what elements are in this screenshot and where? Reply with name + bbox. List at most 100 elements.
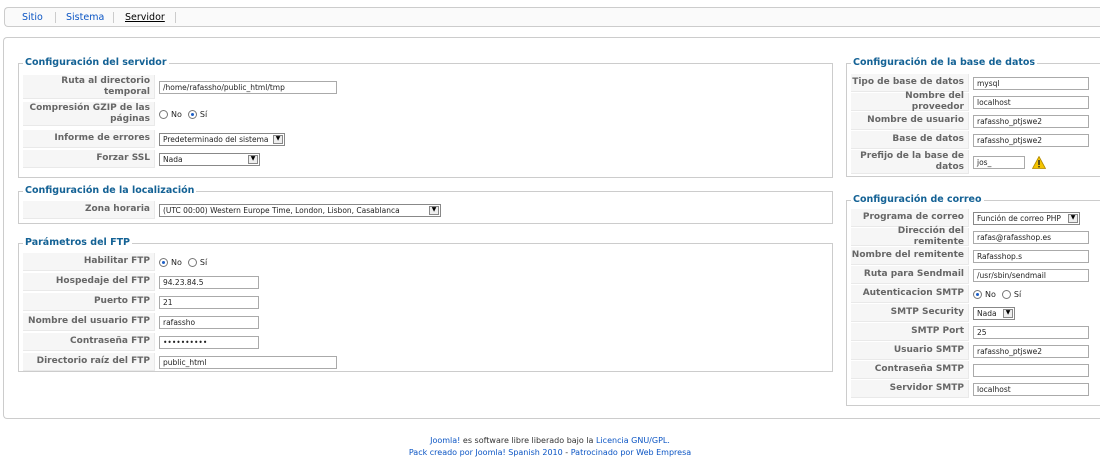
db-prefix-input[interactable]: jos_	[973, 155, 1025, 169]
ftp-enable-row: Habilitar FTP No Sí	[23, 253, 213, 271]
smtp-security-value: Nada	[977, 308, 997, 318]
timezone-label: Zona horaria	[23, 201, 155, 219]
mail-from-label: Dirección del remitente	[851, 226, 969, 247]
spanish-pack-link[interactable]: Pack creado por Joomla! Spanish 2010	[409, 448, 563, 457]
timezone-row: Zona horaria (UTC 00:00) Western Europe …	[23, 201, 441, 219]
mail-fromname-row: Nombre del remitente Rafasshop.s	[851, 247, 1089, 265]
tab-sistema[interactable]: Sistema	[66, 12, 104, 23]
timezone-select[interactable]: (UTC 00:00) Western Europe Time, London,…	[159, 203, 441, 217]
mail-config-legend: Configuración de correo	[851, 194, 984, 205]
error-report-row: Informe de errores Predeterminado del si…	[23, 130, 285, 148]
locale-config-fieldset: Configuración de la localización Zona ho…	[18, 185, 833, 224]
tab-divider	[55, 12, 56, 23]
ftp-enable-no-radio[interactable]	[159, 257, 168, 267]
gzip-no-radio[interactable]	[159, 109, 168, 119]
mail-program-select[interactable]: Función de correo PHP ▼	[973, 211, 1080, 225]
smtp-auth-label: Autenticacion SMTP	[851, 285, 969, 303]
ftp-pass-input[interactable]: ••••••••••	[159, 335, 259, 349]
gzip-row: Compresión GZIP de las páginas No Sí	[23, 102, 213, 126]
ftp-root-row: Directorio raíz del FTP public_html	[23, 353, 337, 371]
db-host-row: Nombre del proveedor localhost	[851, 91, 1089, 112]
chevron-down-icon: ▼	[273, 134, 283, 144]
tab-sitio[interactable]: Sitio	[22, 12, 43, 23]
smtp-auth-row: Autenticacion SMTP No Sí	[851, 285, 1027, 303]
smtp-security-label: SMTP Security	[851, 304, 969, 322]
gzip-yes-radio[interactable]	[187, 109, 197, 119]
config-panel: Configuración del servidor Ruta al direc…	[3, 37, 1100, 419]
database-config-legend: Configuración de la base de datos	[851, 57, 1038, 68]
smtp-security-select[interactable]: Nada ▼	[973, 306, 1015, 320]
web-empresa-link[interactable]: Patrocinado por Web Empresa	[571, 448, 691, 457]
ftp-user-label: Nombre del usuario FTP	[23, 313, 155, 331]
smtp-pass-label: Contraseña SMTP	[851, 361, 969, 379]
db-prefix-row: Prefijo de la base de datos jos_	[851, 150, 1046, 174]
warning-icon	[1032, 155, 1046, 169]
smtp-auth-no-label: No	[985, 289, 996, 299]
ftp-user-input[interactable]: rafassho	[159, 315, 259, 329]
temp-path-input[interactable]: /home/rafassho/public_html/tmp	[159, 80, 337, 94]
timezone-value: (UTC 00:00) Western Europe Time, London,…	[163, 205, 400, 215]
db-name-input[interactable]: rafassho_ptjswe2	[973, 133, 1089, 147]
ftp-pass-label: Contraseña FTP	[23, 333, 155, 351]
db-host-label: Nombre del proveedor	[851, 91, 969, 112]
gzip-yes-label: Sí	[199, 109, 208, 119]
mail-program-label: Programa de correo	[851, 209, 969, 227]
license-link[interactable]: Licencia GNU/GPL.	[596, 436, 670, 445]
gzip-no-label: No	[171, 109, 182, 119]
smtp-server-input[interactable]: localhost	[973, 382, 1089, 396]
submenu-tabs: Sitio Sistema Servidor	[4, 7, 1100, 27]
ftp-host-input[interactable]: 94.23.84.5	[159, 275, 259, 289]
ftp-enable-label: Habilitar FTP	[23, 253, 155, 271]
chevron-down-icon: ▼	[1068, 213, 1078, 223]
force-ssl-label: Forzar SSL	[23, 150, 155, 168]
temp-path-row: Ruta al directorio temporal /home/rafass…	[23, 75, 337, 99]
smtp-pass-row: Contraseña SMTP	[851, 361, 1089, 379]
ftp-port-row: Puerto FTP 21	[23, 293, 259, 311]
mail-sendmail-row: Ruta para Sendmail /usr/sbin/sendmail	[851, 266, 1089, 284]
smtp-auth-no-radio[interactable]	[973, 289, 982, 299]
mail-sendmail-label: Ruta para Sendmail	[851, 266, 969, 284]
db-user-input[interactable]: rafassho_ptjswe2	[973, 114, 1089, 128]
tab-servidor[interactable]: Servidor	[125, 12, 165, 23]
ftp-enable-yes-radio[interactable]	[187, 257, 197, 267]
force-ssl-row: Forzar SSL Nada ▼	[23, 150, 260, 168]
joomla-link[interactable]: Joomla!	[430, 436, 460, 445]
ftp-root-input[interactable]: public_html	[159, 355, 337, 369]
db-host-input[interactable]: localhost	[973, 95, 1089, 109]
force-ssl-select[interactable]: Nada ▼	[159, 152, 260, 166]
server-config-legend: Configuración del servidor	[23, 57, 169, 68]
db-type-label: Tipo de base de datos	[851, 74, 969, 92]
temp-path-label: Ruta al directorio temporal	[23, 75, 155, 99]
chevron-down-icon: ▼	[429, 205, 439, 215]
chevron-down-icon: ▼	[1003, 308, 1013, 318]
ftp-pass-row: Contraseña FTP ••••••••••	[23, 333, 259, 351]
tab-divider	[113, 12, 114, 23]
ftp-port-input[interactable]: 21	[159, 295, 259, 309]
smtp-server-label: Servidor SMTP	[851, 380, 969, 398]
db-prefix-label: Prefijo de la base de datos	[851, 150, 969, 174]
mail-from-input[interactable]: rafas@rafasshop.es	[973, 230, 1089, 244]
mail-program-value: Función de correo PHP	[977, 213, 1061, 223]
locale-config-legend: Configuración de la localización	[23, 185, 197, 196]
chevron-down-icon: ▼	[248, 154, 258, 164]
footer-line-2: Pack creado por Joomla! Spanish 2010 - P…	[0, 448, 1100, 457]
smtp-port-row: SMTP Port 25	[851, 323, 1089, 341]
mail-program-row: Programa de correo Función de correo PHP…	[851, 209, 1080, 227]
mail-fromname-label: Nombre del remitente	[851, 247, 969, 265]
error-report-select[interactable]: Predeterminado del sistema ▼	[159, 132, 285, 146]
database-config-fieldset: Configuración de la base de datos Tipo d…	[846, 57, 1100, 177]
ftp-root-label: Directorio raíz del FTP	[23, 353, 155, 371]
mail-sendmail-input[interactable]: /usr/sbin/sendmail	[973, 268, 1089, 282]
ftp-host-label: Hospedaje del FTP	[23, 273, 155, 291]
ftp-port-label: Puerto FTP	[23, 293, 155, 311]
mail-fromname-input[interactable]: Rafasshop.s	[973, 249, 1089, 263]
db-type-input[interactable]: mysql	[973, 76, 1089, 90]
smtp-user-input[interactable]: rafassho_ptjswe2	[973, 344, 1089, 358]
smtp-pass-input[interactable]	[973, 363, 1089, 377]
footer-text: es software libre liberado bajo la	[460, 436, 596, 445]
db-name-label: Base de datos	[851, 131, 969, 149]
smtp-auth-yes-radio[interactable]	[1001, 289, 1011, 299]
smtp-server-row: Servidor SMTP localhost	[851, 380, 1089, 398]
smtp-port-label: SMTP Port	[851, 323, 969, 341]
smtp-port-input[interactable]: 25	[973, 325, 1089, 339]
